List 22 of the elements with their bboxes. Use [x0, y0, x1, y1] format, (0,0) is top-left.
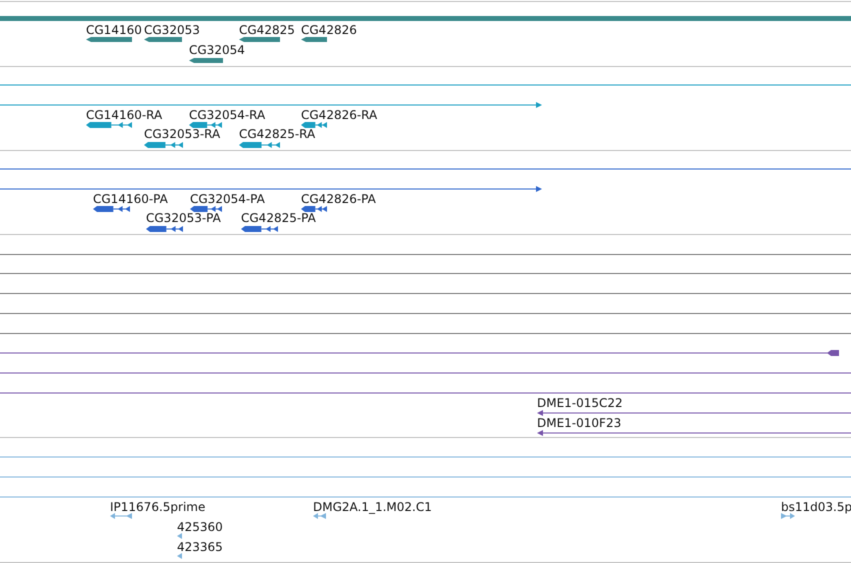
feature-label: CG42826	[301, 23, 357, 37]
feature-label: CG32053	[144, 23, 200, 37]
feature-label: CG42826-RA	[301, 108, 378, 122]
feature-label: DME1-015C22	[537, 396, 623, 410]
feature-label: CG32053-RA	[144, 127, 220, 141]
feature-label: DME1-010F23	[537, 416, 622, 430]
feature-label: CG42826-PA	[301, 192, 376, 206]
feature-label: DMG2A.1_1.M02.C1	[313, 500, 432, 514]
feature-label: CG42825-PA	[241, 211, 316, 225]
feature-label: CG32054-RA	[189, 108, 266, 122]
feature-label: 423365	[177, 540, 223, 554]
feature-label: CG42825-RA	[239, 127, 316, 141]
feature-label: CG14160	[86, 23, 142, 37]
feature-label: CG32054-PA	[190, 192, 265, 206]
feature-label: CG14160-RA	[86, 108, 162, 122]
feature-label: CG32053-PA	[146, 211, 221, 225]
feature-label: bs11d03.5p	[781, 500, 851, 514]
feature-label: CG42825	[239, 23, 295, 37]
feature-label: 425360	[177, 520, 223, 534]
feature-label: CG32054	[189, 43, 245, 57]
feature-label: CG14160-PA	[93, 192, 168, 206]
feature-label: IP11676.5prime	[110, 500, 206, 514]
